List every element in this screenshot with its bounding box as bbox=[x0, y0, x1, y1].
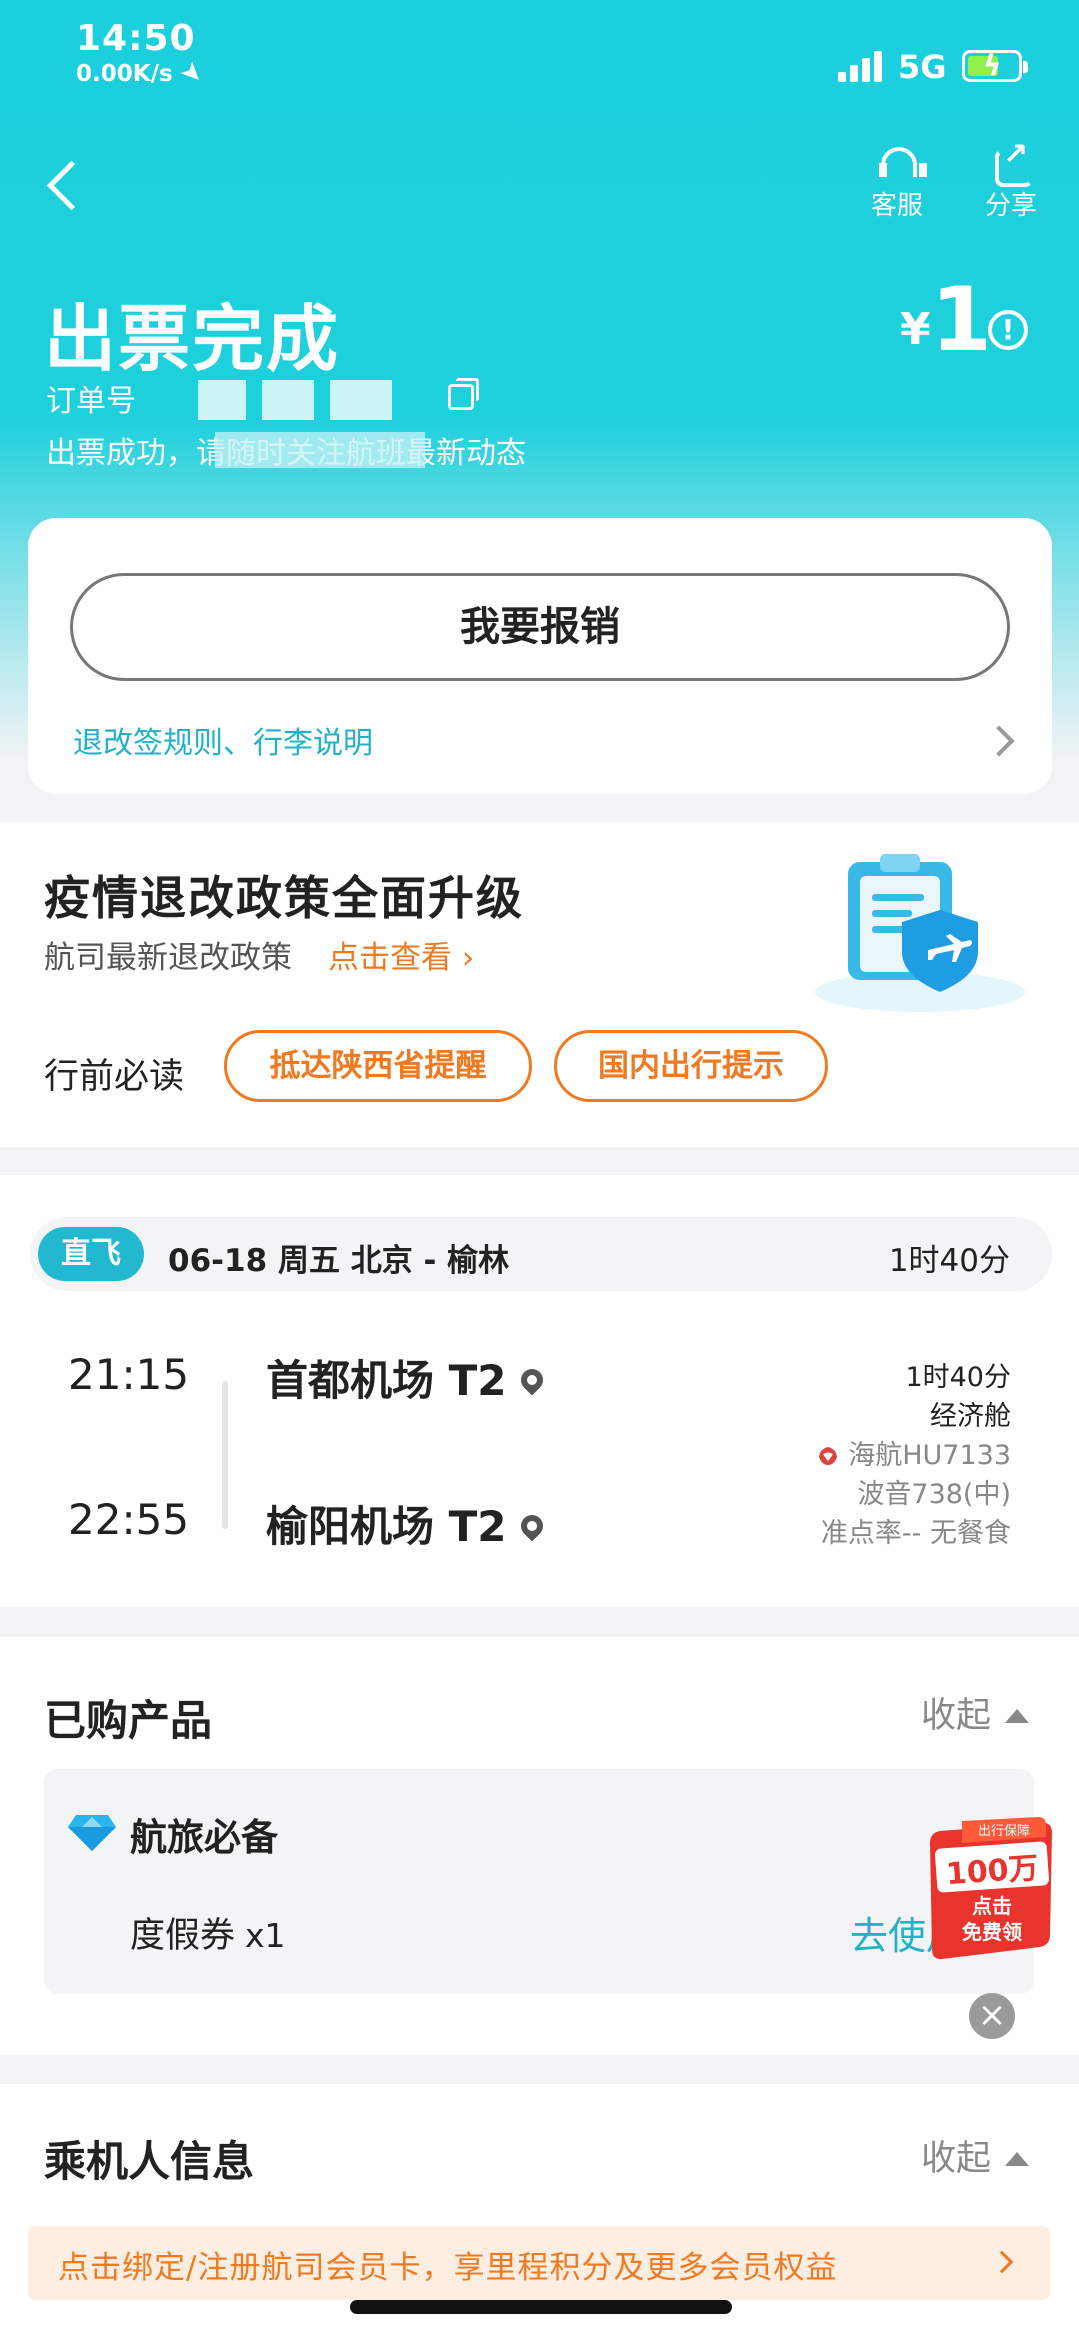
route-line bbox=[222, 1381, 228, 1529]
order-number-redaction bbox=[198, 380, 246, 420]
policy-subtitle: 航司最新退改政策 bbox=[44, 940, 292, 976]
order-price: ¥1 bbox=[900, 268, 992, 371]
reimburse-card: 我要报销 退改签规则、行李说明 bbox=[28, 518, 1052, 794]
chevron-right-icon[interactable] bbox=[983, 725, 1015, 757]
policy-view-link[interactable]: 点击查看 › bbox=[328, 932, 474, 977]
departure-airport[interactable]: 首都机场 T2 bbox=[266, 1347, 548, 1408]
pre-travel-label: 行前必读 bbox=[44, 1057, 185, 1097]
close-promo-button[interactable]: × bbox=[969, 1993, 1015, 2039]
location-pin-icon bbox=[515, 1364, 548, 1396]
airline-flight-number: 海航HU7133 bbox=[816, 1433, 1011, 1472]
domestic-travel-tips-tag[interactable]: 国内出行提示 bbox=[554, 1030, 828, 1102]
chevron-right-icon[interactable] bbox=[990, 2250, 1014, 2274]
passenger-collapse-toggle[interactable]: 收起 bbox=[921, 2130, 1029, 2181]
price-info-icon[interactable]: ! bbox=[988, 310, 1028, 350]
network-speed: 0.00K/s➤ bbox=[76, 54, 210, 92]
customer-service-button[interactable]: 客服 bbox=[852, 145, 942, 225]
product-quantity: x1 bbox=[245, 1916, 286, 1955]
flight-duration: 1时40分 bbox=[888, 1243, 1010, 1279]
caret-up-icon bbox=[1005, 1709, 1029, 1723]
departure-time: 21:15 bbox=[68, 1350, 190, 1399]
location-arrow-icon: ➤ bbox=[173, 54, 210, 92]
copy-icon[interactable] bbox=[448, 378, 479, 410]
policy-title: 疫情退改政策全面升级 bbox=[44, 871, 524, 925]
arrival-time: 22:55 bbox=[68, 1495, 190, 1544]
product-group-name: 航旅必备 bbox=[130, 1816, 278, 1859]
order-number-label: 订单号 bbox=[46, 384, 136, 419]
punctuality-meal-info: 准点率-- 无餐食 bbox=[820, 1518, 1011, 1549]
purchased-products-title: 已购产品 bbox=[44, 1696, 213, 1745]
back-button[interactable] bbox=[40, 150, 90, 220]
svg-text:点击: 点击 bbox=[972, 1894, 1012, 1918]
member-card-banner[interactable]: 点击绑定/注册航司会员卡，享里程积分及更多会员权益 bbox=[28, 2226, 1050, 2300]
order-number-redaction bbox=[330, 380, 392, 420]
flight-date-route: 06-18 周五 北京 - 榆林 bbox=[168, 1243, 510, 1279]
product-item: 度假券 x1 bbox=[130, 1916, 286, 1956]
flight-card[interactable]: 直飞 06-18 周五 北京 - 榆林 1时40分 21:15 22:55 首都… bbox=[0, 1175, 1079, 1607]
status-time: 14:50 bbox=[76, 18, 196, 59]
refund-rules-link[interactable]: 退改签规则、行李说明 bbox=[73, 718, 373, 762]
diamond-icon bbox=[68, 1815, 116, 1851]
order-number-redaction bbox=[262, 380, 314, 420]
page-title: 出票完成 bbox=[44, 297, 341, 381]
cabin-class: 经济舱 bbox=[930, 1401, 1011, 1432]
share-icon bbox=[991, 137, 1033, 187]
svg-text:免费领: 免费领 bbox=[962, 1920, 1022, 1944]
share-label: 分享 bbox=[984, 191, 1037, 221]
signal-icon bbox=[838, 50, 884, 82]
policy-card: 疫情退改政策全面升级 航司最新退改政策 点击查看 › 行前必读 抵达陕西省提醒 … bbox=[0, 822, 1079, 1147]
price-amount: 1 bbox=[930, 268, 992, 371]
member-banner-text: 点击绑定/注册航司会员卡，享里程积分及更多会员权益 bbox=[58, 2250, 838, 2286]
flight-info-duration: 1时40分 bbox=[905, 1362, 1011, 1393]
home-indicator[interactable] bbox=[350, 2300, 732, 2314]
customer-service-label: 客服 bbox=[870, 191, 923, 221]
purchased-products-card: 已购产品 收起 航旅必备 度假券 x1 去使用 bbox=[0, 1637, 1079, 2055]
caret-up-icon bbox=[1005, 2152, 1029, 2166]
products-collapse-toggle[interactable]: 收起 bbox=[921, 1687, 1029, 1738]
price-currency: ¥ bbox=[900, 304, 931, 355]
shaanxi-arrival-notice-tag[interactable]: 抵达陕西省提醒 bbox=[224, 1030, 532, 1102]
product-box: 航旅必备 度假券 x1 去使用 bbox=[44, 1769, 1034, 1994]
flight-summary-strip: 直飞 06-18 周五 北京 - 榆林 1时40分 bbox=[30, 1217, 1052, 1291]
reimburse-button[interactable]: 我要报销 bbox=[70, 573, 1010, 681]
hainan-airlines-logo-icon bbox=[819, 1447, 838, 1465]
direct-flight-tag: 直飞 bbox=[38, 1227, 144, 1281]
location-pin-icon bbox=[515, 1510, 548, 1542]
status-message-redaction bbox=[215, 432, 425, 468]
arrival-airport[interactable]: 榆阳机场 T2 bbox=[266, 1493, 548, 1554]
aircraft-type: 波音738(中) bbox=[857, 1479, 1011, 1510]
share-button[interactable]: 分享 bbox=[966, 137, 1056, 225]
svg-text:出行保障: 出行保障 bbox=[978, 1824, 1030, 1839]
passenger-info-title: 乘机人信息 bbox=[44, 2137, 255, 2186]
battery-icon: ϟ bbox=[962, 49, 1028, 82]
insurance-promo-badge[interactable]: 出行保障 100万 点击 免费领 bbox=[922, 1815, 1054, 1965]
network-type: 5G bbox=[898, 48, 947, 86]
svg-text:100万: 100万 bbox=[945, 1851, 1040, 1892]
headset-icon bbox=[877, 145, 927, 181]
clipboard-shield-illustration bbox=[815, 854, 1025, 1012]
status-bar: 14:50 0.00K/s➤ 5G ϟ bbox=[0, 0, 1079, 100]
